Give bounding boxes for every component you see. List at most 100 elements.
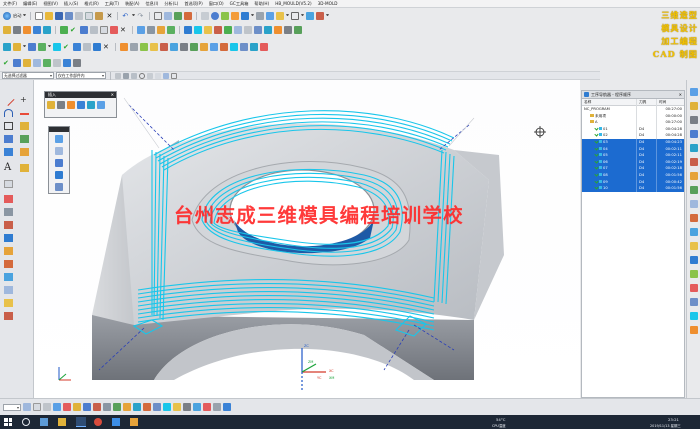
replay-icon[interactable] — [80, 25, 88, 34]
create-tool-icon[interactable] — [13, 25, 21, 34]
fillet-icon[interactable] — [4, 247, 13, 255]
menu-item-11[interactable]: GC工具箱 — [227, 1, 252, 7]
navigator-row[interactable]: 01 D4 00:04:28 — [582, 125, 684, 133]
op-tool-3-icon[interactable] — [55, 159, 63, 167]
close-tool-icon[interactable]: ✕ — [103, 43, 111, 51]
transform-icon[interactable] — [234, 25, 242, 34]
navigator-row[interactable]: NC_PROGRAM 00:27:00 — [582, 106, 684, 113]
menu-item-13[interactable]: HB_MOULD(V5.2) — [272, 1, 314, 6]
windows-start-icon[interactable] — [4, 418, 12, 426]
palette-tab-icon[interactable] — [690, 200, 698, 208]
insert-path-icon[interactable] — [97, 101, 105, 109]
bottom-tool-17-icon[interactable] — [183, 403, 191, 411]
insert-program-icon[interactable] — [47, 101, 55, 109]
snap-mid-icon[interactable] — [131, 72, 137, 79]
insert-palette[interactable]: 插入 ✕ — [44, 91, 117, 118]
app-icon-3[interactable] — [112, 418, 120, 426]
drill-icon[interactable] — [274, 25, 282, 34]
cam-tab-icon[interactable] — [690, 312, 698, 320]
reuse-tab-icon[interactable] — [690, 158, 698, 166]
machine-tab-icon[interactable] — [690, 228, 698, 236]
snap-face-icon[interactable] — [163, 72, 169, 79]
offset-curve-icon[interactable] — [4, 148, 13, 156]
app-icon-2[interactable] — [94, 418, 102, 426]
menu-item-2[interactable]: 视图(V) — [40, 1, 61, 7]
thread-mill-icon[interactable] — [130, 42, 138, 51]
bottom-tool-18-icon[interactable] — [193, 403, 201, 411]
bottom-tool-12-icon[interactable] — [133, 403, 141, 411]
text-engrave-icon[interactable] — [150, 42, 158, 51]
wrap-icon[interactable] — [4, 312, 13, 320]
method-view-icon[interactable] — [167, 25, 175, 34]
nx-app-icon[interactable] — [76, 417, 86, 427]
col-name[interactable]: 名称 — [582, 99, 636, 106]
program-order-icon[interactable] — [137, 25, 145, 34]
op-tool-4-icon[interactable] — [55, 171, 63, 179]
assembly-tab-icon[interactable] — [690, 102, 698, 110]
create-program-icon[interactable] — [3, 25, 11, 34]
navigator-row[interactable]: A 00:27:00 — [582, 119, 684, 126]
filter-icon[interactable] — [164, 11, 173, 20]
save-as-icon[interactable] — [65, 11, 74, 20]
point-to-point-icon[interactable] — [120, 42, 128, 51]
menu-item-7[interactable]: 信息(I) — [142, 1, 161, 7]
point-set-icon[interactable] — [20, 122, 29, 130]
navigator-row[interactable]: 07 D4 00:02:18 — [582, 165, 684, 172]
hole-mill-icon[interactable] — [160, 42, 168, 51]
list-icon[interactable] — [90, 25, 98, 34]
menu-item-0[interactable]: 文件(F) — [0, 1, 20, 7]
close-op-icon[interactable]: ✕ — [120, 26, 128, 34]
snap-grid-icon[interactable] — [171, 72, 177, 79]
mill-icon[interactable] — [264, 25, 272, 34]
cavity-mill-icon[interactable] — [13, 42, 21, 51]
menu-item-9[interactable]: 首选项(P) — [181, 1, 205, 7]
menu-item-10[interactable]: 窗口(O) — [206, 1, 227, 7]
system-tab-icon[interactable] — [690, 186, 698, 194]
pan-icon[interactable] — [221, 11, 230, 20]
new-file-icon[interactable] — [35, 11, 44, 20]
start-label[interactable]: 启动 — [13, 13, 21, 19]
insert-operation-icon[interactable] — [87, 101, 95, 109]
menu-item-1[interactable]: 编辑(E) — [20, 1, 40, 7]
graphics-viewport[interactable]: ZC YC XC ZM XM — [34, 80, 580, 398]
create-operation-icon[interactable] — [43, 25, 51, 34]
trim-icon[interactable] — [250, 42, 258, 51]
explorer-icon[interactable] — [58, 418, 66, 426]
point-icon[interactable] — [184, 11, 193, 20]
check-icon[interactable]: ✔ — [3, 59, 11, 67]
taskview-icon[interactable] — [40, 418, 48, 426]
rename-icon[interactable] — [53, 58, 61, 67]
bottom-tool-2-icon[interactable] — [33, 403, 41, 411]
menu-item-3[interactable]: 插入(S) — [61, 1, 81, 7]
generate-icon[interactable] — [60, 25, 68, 34]
web-tab-icon[interactable] — [690, 172, 698, 180]
bottom-tool-20-icon[interactable] — [213, 403, 221, 411]
navigator-row[interactable]: 03 D4 00:04:23 — [582, 139, 684, 146]
helix-icon[interactable] — [20, 135, 29, 143]
selection-scope-select[interactable]: 仅在工作部件内 — [56, 72, 106, 79]
postprocess-icon[interactable] — [100, 25, 108, 34]
cut-icon[interactable] — [75, 11, 84, 20]
dash-icon[interactable] — [20, 113, 29, 115]
wire-edm-icon[interactable] — [294, 25, 302, 34]
delete-icon[interactable]: ✕ — [105, 12, 113, 20]
bottom-tool-4-icon[interactable] — [53, 403, 61, 411]
snap-center-icon[interactable] — [139, 72, 145, 79]
section-icon[interactable] — [230, 42, 238, 51]
create-method-icon[interactable] — [33, 25, 41, 34]
spline-icon[interactable] — [4, 135, 13, 143]
part-model[interactable] — [34, 80, 580, 398]
bottom-tool-13-icon[interactable] — [143, 403, 151, 411]
geometry-view-icon[interactable] — [157, 25, 165, 34]
streamline-icon[interactable] — [53, 42, 61, 51]
machine-tool-icon[interactable] — [147, 25, 155, 34]
part-tab-icon[interactable] — [690, 116, 698, 124]
measure-icon[interactable] — [316, 11, 325, 20]
navigator-row[interactable]: 04 D4 00:02:11 — [582, 145, 684, 153]
extend-icon[interactable] — [260, 42, 268, 51]
insert-palette-title[interactable]: 插入 ✕ — [45, 92, 116, 98]
col-time[interactable]: 时间 — [656, 99, 684, 106]
options-tab-icon[interactable] — [690, 298, 698, 306]
bottom-tool-10-icon[interactable] — [113, 403, 121, 411]
object-icon[interactable] — [254, 25, 262, 34]
